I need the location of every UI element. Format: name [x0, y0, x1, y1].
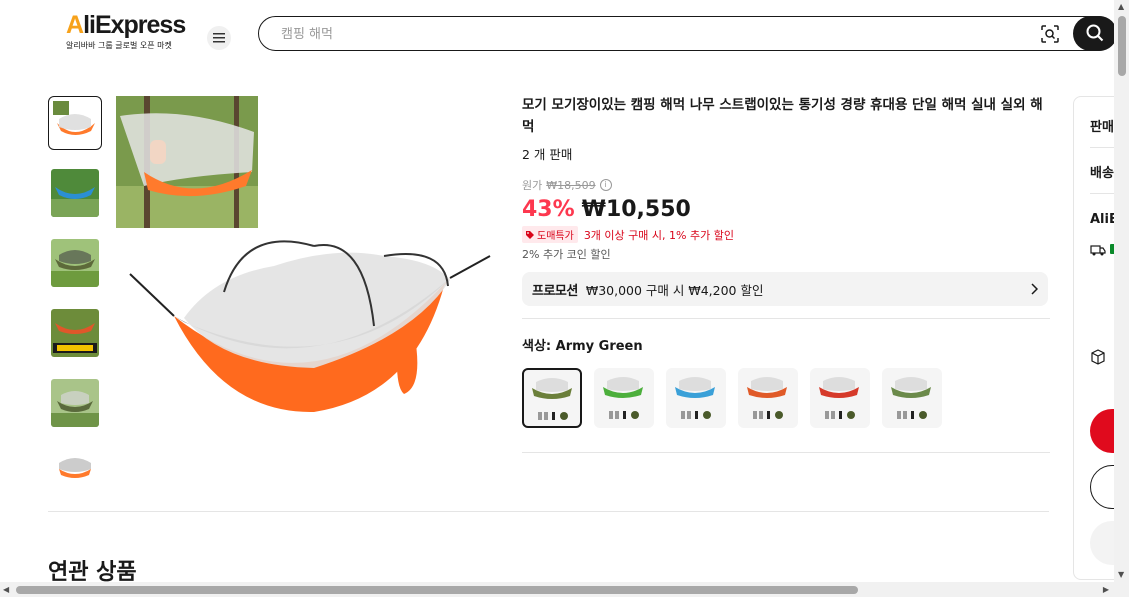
- vertical-scroll-thumb[interactable]: [1118, 16, 1126, 76]
- sold-count: 2 개 판매: [522, 147, 573, 162]
- aliexpress-logo[interactable]: AliExpress 알리바바 그룹 글로벌 오픈 마켓: [66, 12, 196, 51]
- vertical-scrollbar[interactable]: ▲ ▼: [1114, 0, 1129, 597]
- color-swatches: [522, 368, 1050, 428]
- thumbnail-3[interactable]: [48, 236, 102, 290]
- seller-label: 판매: [1090, 120, 1114, 135]
- product-info: 모기 모기장이있는 캠핑 해먹 나무 스트랩이있는 통기성 경량 휴대용 단일 …: [522, 94, 1050, 453]
- original-price: ₩18,509: [546, 178, 596, 192]
- truck-icon: [1090, 245, 1106, 256]
- discount-percent: 43%: [522, 197, 575, 222]
- tag-icon: [526, 230, 534, 239]
- wholesale-text: 3개 이상 구매 시, 1% 추가 할인: [583, 228, 734, 242]
- chevron-right-icon: [1031, 283, 1038, 295]
- thumbnail-6[interactable]: [48, 446, 102, 480]
- swatch-blue[interactable]: [666, 368, 726, 428]
- original-price-row: 원가 ₩18,509 i: [522, 177, 1050, 193]
- camera-search-icon[interactable]: [1040, 24, 1060, 44]
- info-icon[interactable]: i: [599, 179, 612, 191]
- main-product-image[interactable]: [114, 96, 504, 476]
- swatch-green[interactable]: [594, 368, 654, 428]
- swatch-olive[interactable]: [882, 368, 942, 428]
- swatch-red[interactable]: [810, 368, 870, 428]
- search-bar: [258, 15, 1117, 51]
- search-button[interactable]: [1073, 15, 1117, 51]
- wholesale-badge: 도매특가: [522, 226, 578, 243]
- promotion-text: ₩30,000 구매 시 ₩4,200 할인: [585, 282, 764, 298]
- horizontal-scrollbar[interactable]: ◀ ▶: [0, 582, 1114, 597]
- thumbnail-5[interactable]: [48, 376, 102, 430]
- thumbnail-4[interactable]: [48, 306, 102, 360]
- coin-discount: 2% 추가 코인 할인: [522, 248, 611, 261]
- wholesale-row: 도매특가 3개 이상 구매 시, 1% 추가 할인: [522, 226, 1050, 243]
- box-icon: [1091, 349, 1105, 365]
- horizontal-scroll-thumb[interactable]: [16, 586, 858, 594]
- hamburger-icon: [213, 33, 225, 43]
- logo-wordmark: AliExpress: [66, 11, 186, 39]
- promotion-bar[interactable]: 프로모션 ₩30,000 구매 시 ₩4,200 할인: [522, 272, 1048, 306]
- wholesale-badge-label: 도매특가: [537, 231, 574, 242]
- promotion-label: 프로모션: [532, 283, 578, 299]
- divider: [522, 452, 1050, 453]
- thumbnail-1[interactable]: [48, 96, 102, 150]
- search-input[interactable]: [281, 24, 981, 44]
- thumbnail-2[interactable]: [48, 166, 102, 220]
- scroll-right-arrow[interactable]: ▶: [1103, 585, 1109, 594]
- price-row: 43% ₩10,550: [522, 197, 1050, 222]
- scroll-down-arrow[interactable]: ▼: [1118, 570, 1124, 579]
- divider: [522, 318, 1050, 319]
- shipping-label: 배송: [1090, 166, 1114, 181]
- product-title: 모기 모기장이있는 캠핑 해먹 나무 스트랩이있는 통기성 경량 휴대용 단일 …: [522, 97, 1043, 135]
- color-label: 색상: Army Green: [522, 339, 643, 354]
- original-price-label: 원가: [522, 179, 543, 192]
- section-divider: [48, 511, 1049, 512]
- menu-button[interactable]: [207, 26, 231, 50]
- thumbnail-list: [48, 96, 102, 480]
- scroll-left-arrow[interactable]: ◀: [3, 585, 9, 594]
- logo-subtitle: 알리바바 그룹 글로벌 오픈 마켓: [66, 41, 172, 50]
- sale-price: ₩10,550: [581, 197, 691, 222]
- search-icon: [1086, 24, 1104, 42]
- scroll-up-arrow[interactable]: ▲: [1118, 2, 1124, 11]
- swatch-orange[interactable]: [738, 368, 798, 428]
- product-page: AliExpress 알리바바 그룹 글로벌 오픈 마켓 캠핑 해먹 모기 모기…: [0, 0, 1129, 597]
- swatch-army-green[interactable]: [522, 368, 582, 428]
